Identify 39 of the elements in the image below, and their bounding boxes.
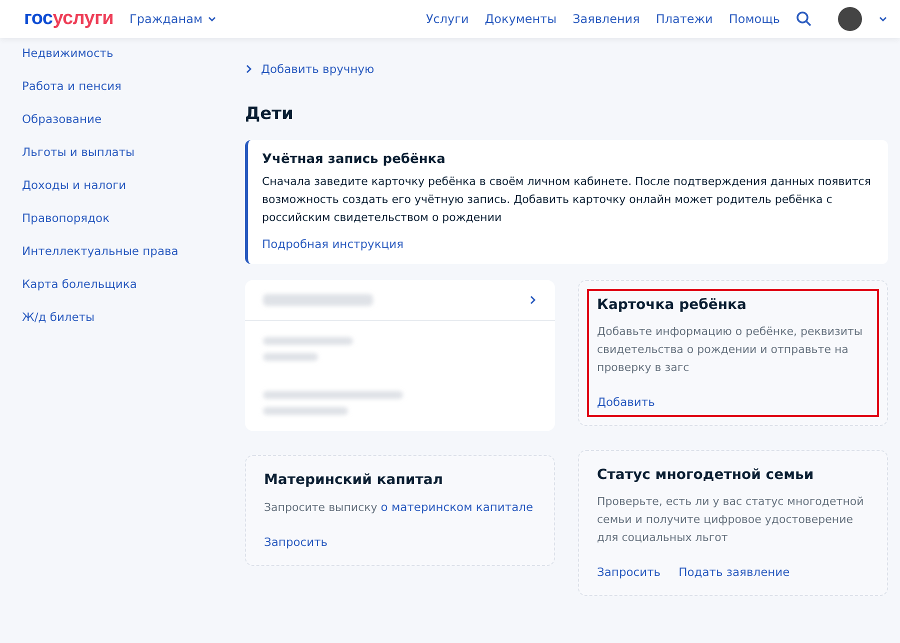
logo[interactable]: госуслуги bbox=[24, 8, 114, 30]
action-link[interactable]: Подать заявление bbox=[678, 565, 790, 579]
card-title: Учётная запись ребёнка bbox=[262, 152, 446, 167]
nav-link[interactable]: Документы bbox=[484, 12, 557, 26]
nav-link[interactable]: Помощь bbox=[728, 12, 780, 26]
sidebar-item[interactable]: Образование bbox=[22, 112, 222, 126]
add-manually-link[interactable]: Добавить вручную bbox=[245, 62, 888, 76]
nav-link[interactable]: Услуги bbox=[426, 12, 469, 26]
inline-link[interactable]: о материнском капитале bbox=[380, 500, 534, 514]
info-text: Сначала заведите карточку ребёнка в своём личном кабинете. После подтверждения данных появится возможность создать его учётную запись. Добавить карточку онлайн может родитель ребёнка с российским свидетельством о рождении bbox=[262, 174, 872, 226]
avatar[interactable] bbox=[838, 7, 862, 31]
nav-link[interactable]: Платежи bbox=[656, 12, 713, 26]
card-description: Добавьте информацию о ребёнке, реквизиты свидетельства о рождении и отправьте на проверку в загс bbox=[597, 324, 864, 376]
card-description: Запросите выписку о материнском капитале bbox=[264, 499, 534, 516]
blurred-text bbox=[263, 353, 318, 361]
sidebar-item[interactable]: Недвижимость bbox=[22, 46, 222, 60]
card-title: Материнский капитал bbox=[264, 472, 444, 488]
search-icon[interactable] bbox=[796, 11, 812, 27]
audience-dropdown[interactable]: Гражданам bbox=[130, 12, 217, 26]
instruction-link[interactable]: Подробная инструкция bbox=[262, 237, 404, 251]
nav-link[interactable]: Заявления bbox=[572, 12, 640, 26]
sidebar-item[interactable]: Карта болельщика bbox=[22, 277, 222, 291]
sidebar-item[interactable]: Работа и пенсия bbox=[22, 79, 222, 93]
card-title: Статус многодетной семьи bbox=[597, 467, 815, 483]
chevron-right-icon bbox=[529, 295, 537, 305]
sidebar-item[interactable]: Льготы и выплаты bbox=[22, 145, 222, 159]
chevron-down-icon bbox=[206, 14, 217, 24]
action-link[interactable]: Добавить bbox=[597, 395, 655, 409]
sidebar-item[interactable]: Интеллектуальные права bbox=[22, 244, 222, 258]
chevron-right-icon bbox=[245, 64, 253, 74]
chevron-down-icon bbox=[878, 14, 888, 24]
section-title: Дети bbox=[245, 104, 294, 124]
action-link[interactable]: Запросить bbox=[264, 535, 328, 549]
sidebar-item[interactable]: Правопорядок bbox=[22, 211, 222, 225]
sidebar-item[interactable]: Ж/д билеты bbox=[22, 310, 222, 324]
card-title: Карточка ребёнка bbox=[597, 297, 748, 313]
sidebar-item[interactable]: Доходы и налоги bbox=[22, 178, 222, 192]
card-description: Проверьте, есть ли у вас статус многодетной семьи и получите цифровое удостоверение для социальных льгот bbox=[597, 494, 865, 546]
action-link[interactable]: Запросить bbox=[597, 565, 661, 579]
